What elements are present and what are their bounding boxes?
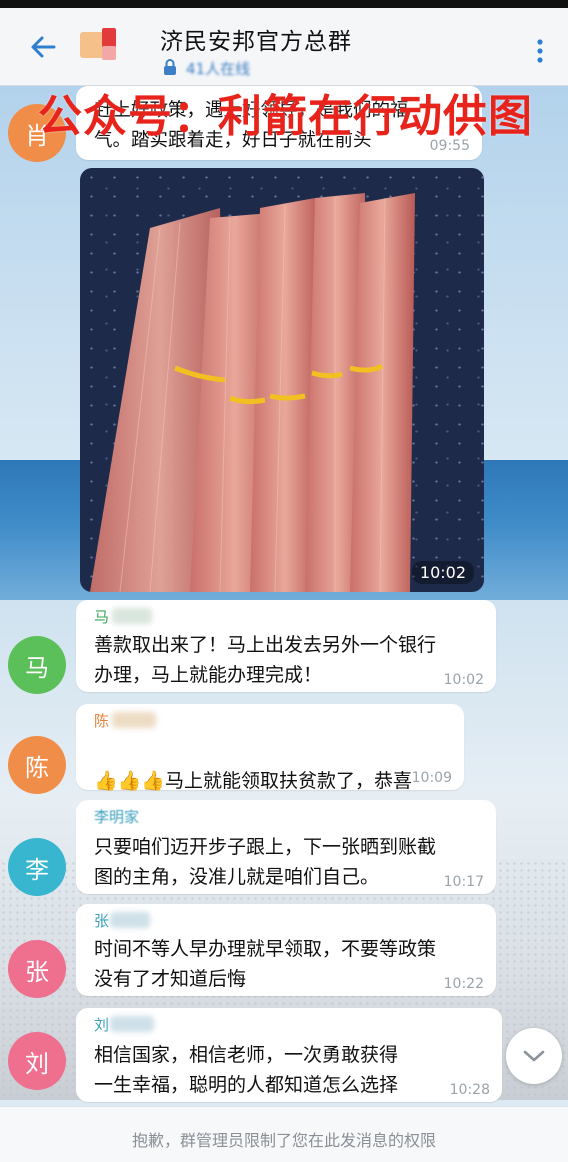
message-time: 10:09: [411, 770, 452, 786]
avatar[interactable]: 马: [8, 636, 66, 694]
message-bubble[interactable]: 马 善款取出来了！马上出发去另外一个银行 办理，马上就能办理完成！ 10:02: [76, 600, 496, 692]
status-bar: [0, 0, 568, 8]
restricted-notice: 抱歉，群管理员限制了您在此发消息的权限: [131, 1131, 436, 1150]
message-text: 只要咱们迈开步子跟上，下一张晒到账截 图的主角，没准儿就是咱们自己。: [94, 836, 437, 888]
message-time: 10:22: [443, 976, 484, 992]
avatar[interactable]: 刘: [8, 1032, 66, 1090]
message-bubble[interactable]: 刘 相信国家，相信老师，一次勇敢获得 一生幸福，聪明的人都知道怎么选择 10:2…: [76, 1008, 502, 1102]
avatar-initial: 马: [25, 653, 49, 682]
name-blur: [112, 608, 152, 624]
chat-title[interactable]: 济民安邦官方总群: [160, 22, 352, 56]
input-restricted-bar: 抱歉，群管理员限制了您在此发消息的权限: [0, 1106, 568, 1162]
name-blur: [112, 712, 156, 728]
message-time: 10:28: [449, 1082, 490, 1098]
group-avatar[interactable]: [80, 28, 134, 64]
sender-name: 刘: [94, 1016, 110, 1034]
message-bubble[interactable]: 李明家 只要咱们迈开步子跟上，下一张晒到账截 图的主角，没准儿就是咱们自己。 1…: [76, 800, 496, 894]
back-arrow-icon[interactable]: [28, 32, 58, 62]
avatar[interactable]: 陈: [8, 736, 66, 794]
thumbs-up-emoji: 👍👍👍: [94, 770, 165, 792]
message-text: 相信国家，相信老师，一次勇敢获得 一生幸福，聪明的人都知道怎么选择: [94, 1044, 399, 1096]
message-text: 善款取出来了！马上出发去另外一个银行 办理，马上就能办理完成！: [94, 634, 437, 686]
photo-time: 10:02: [411, 561, 474, 584]
lock-icon: [164, 59, 176, 75]
photo-message[interactable]: 10:02: [80, 168, 484, 592]
message-time: 10:02: [443, 672, 484, 688]
avatar-initial: 刘: [25, 1049, 49, 1078]
sender-name: 马: [94, 608, 110, 626]
more-vertical-icon[interactable]: [536, 38, 544, 64]
avatar-initial: 张: [25, 957, 49, 986]
message-bubble[interactable]: 陈 👍👍👍马上就能领取扶贫款了，恭喜 10:09: [76, 704, 464, 792]
avatar-initial: 李: [25, 855, 49, 884]
watermark: 公众号：利箭在行动供图: [38, 91, 533, 142]
name-blur: [110, 1016, 154, 1032]
avatar-initial: 陈: [25, 753, 49, 782]
message-text: 👍👍👍马上就能领取扶贫款了，恭喜: [94, 736, 412, 796]
member-count: 41人在线: [186, 60, 251, 78]
avatar[interactable]: 李: [8, 838, 66, 896]
name-blur: [110, 912, 150, 928]
sender-name: 陈: [94, 712, 110, 730]
avatar[interactable]: 张: [8, 940, 66, 998]
chat-header: 济民安邦官方总群 41人在线: [0, 8, 568, 86]
message-bubble[interactable]: 张 时间不等人早办理就早领取，不要等政策 没有了才知道后悔 10:22: [76, 904, 496, 996]
message-text: 时间不等人早办理就早领取，不要等政策 没有了才知道后悔: [94, 938, 437, 990]
sender-name: 张: [94, 912, 110, 930]
chevron-down-icon: [523, 1050, 545, 1062]
sender-name: 李明家: [94, 808, 140, 826]
cash-bundles-image: [90, 193, 415, 592]
scroll-to-bottom-button[interactable]: [506, 1028, 562, 1084]
message-time: 10:17: [443, 874, 484, 890]
message-text-body: 马上就能领取扶贫款了，恭喜: [164, 770, 412, 792]
